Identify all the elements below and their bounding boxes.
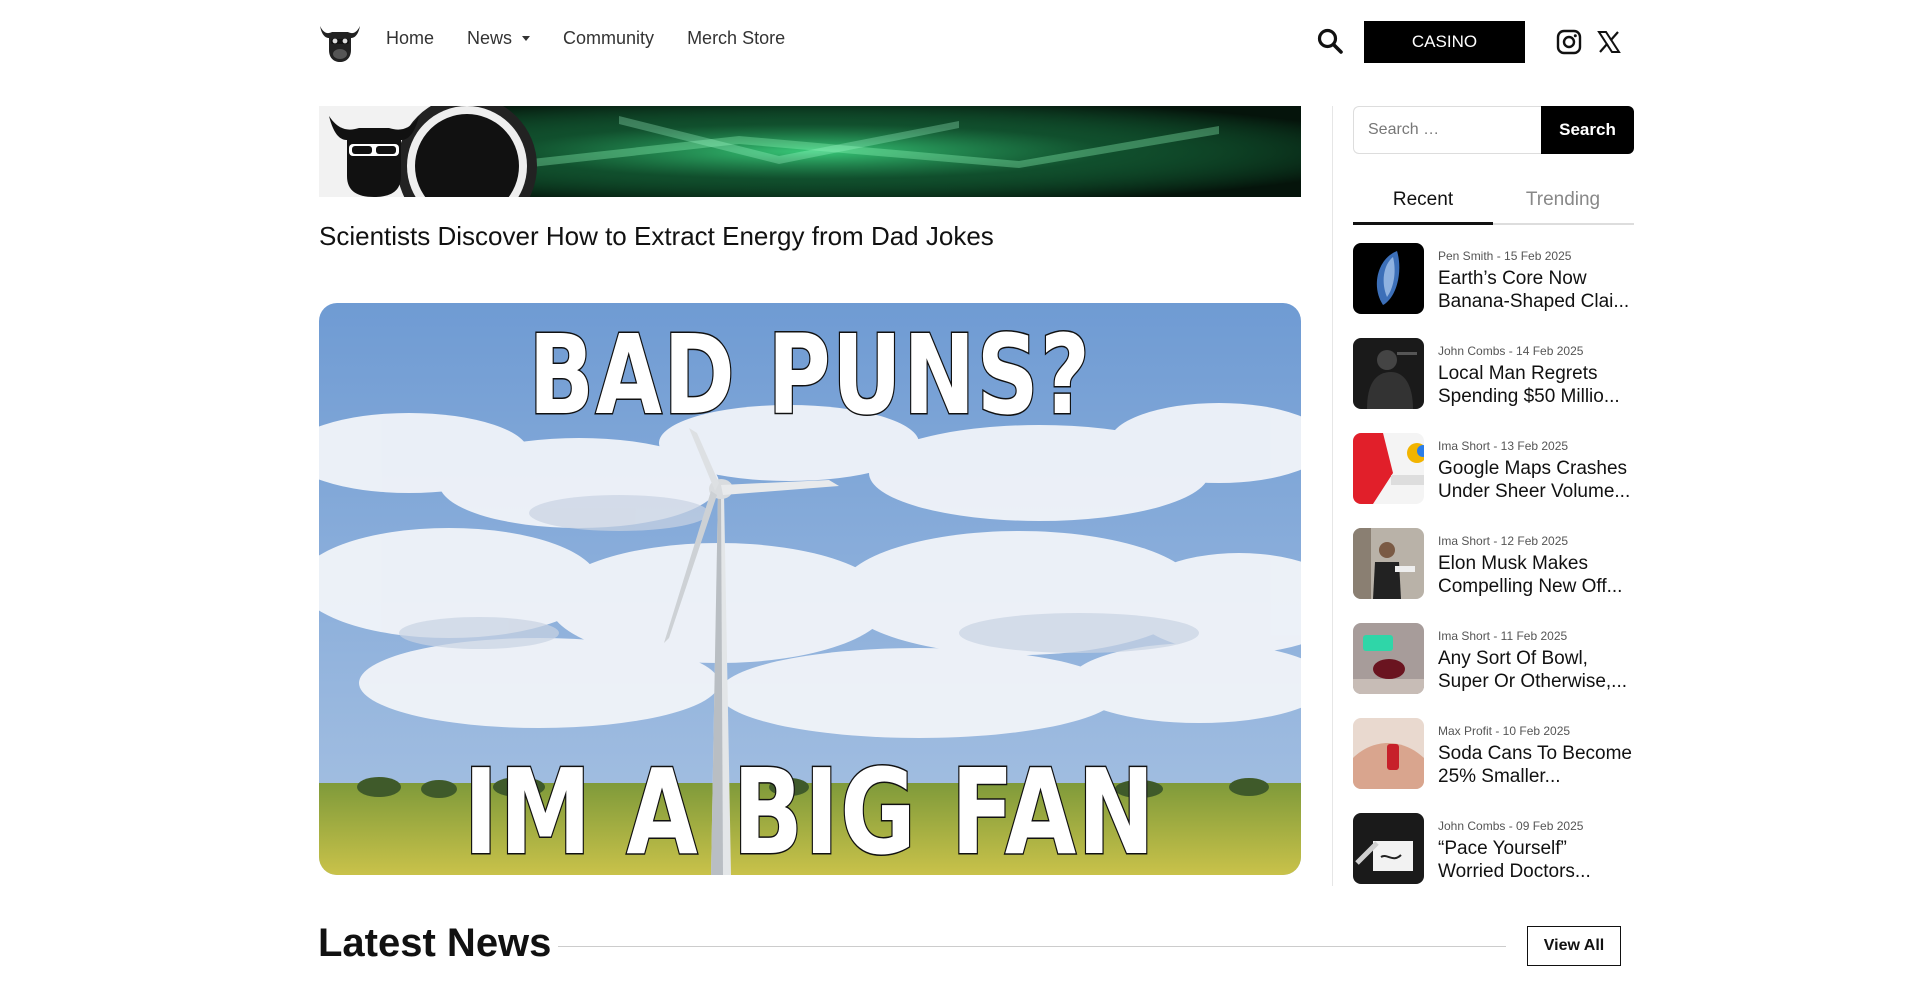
view-all-button[interactable]: View All — [1527, 926, 1621, 966]
post-title[interactable]: Earth’s Core Now Banana-Shaped Clai... — [1438, 267, 1638, 313]
list-item[interactable]: Ima Short - 13 Feb 2025 Google Maps Cras… — [1353, 433, 1643, 528]
recent-posts-list: Pen Smith - 15 Feb 2025 Earth’s Core Now… — [1353, 243, 1643, 908]
post-meta: Ima Short - 13 Feb 2025 — [1438, 439, 1569, 453]
search-button[interactable]: Search — [1541, 106, 1634, 154]
nav-home[interactable]: Home — [386, 28, 434, 49]
main-nav: Home News Community Merch Store — [386, 28, 818, 49]
tab-recent[interactable]: Recent — [1353, 183, 1493, 225]
post-title[interactable]: Local Man Regrets Spending $50 Millio... — [1438, 362, 1638, 408]
instagram-icon[interactable] — [1556, 29, 1582, 55]
post-thumbnail[interactable] — [1353, 528, 1424, 599]
post-thumbnail[interactable] — [1353, 813, 1424, 884]
post-thumbnail[interactable] — [1353, 243, 1424, 314]
post-title[interactable]: Any Sort Of Bowl, Super Or Otherwise,... — [1438, 647, 1638, 693]
bull-logo[interactable] — [318, 20, 362, 64]
post-meta: John Combs - 09 Feb 2025 — [1438, 819, 1584, 833]
latest-news-heading: Latest News — [318, 921, 552, 965]
banner-graphic — [319, 106, 1301, 197]
post-title[interactable]: “Pace Yourself” Worried Doctors... — [1438, 837, 1638, 883]
search-input[interactable] — [1353, 106, 1541, 154]
nav-community[interactable]: Community — [563, 28, 654, 49]
post-title[interactable]: Elon Musk Makes Compelling New Off... — [1438, 552, 1638, 598]
post-thumbnail[interactable] — [1353, 623, 1424, 694]
post-thumbnail[interactable] — [1353, 433, 1424, 504]
list-item[interactable]: Ima Short - 11 Feb 2025 Any Sort Of Bowl… — [1353, 623, 1643, 718]
post-meta: Ima Short - 12 Feb 2025 — [1438, 534, 1569, 548]
site-header: Home News Community Merch Store CASINO — [0, 0, 1920, 84]
list-item[interactable]: John Combs - 09 Feb 2025 “Pace Yourself”… — [1353, 813, 1643, 908]
tab-trending[interactable]: Trending — [1493, 183, 1633, 223]
banner-ad[interactable] — [319, 106, 1301, 197]
list-item[interactable]: Ima Short - 12 Feb 2025 Elon Musk Makes … — [1353, 528, 1643, 623]
x-icon[interactable] — [1596, 29, 1622, 55]
post-meta: Ima Short - 11 Feb 2025 — [1438, 629, 1568, 643]
list-item[interactable]: John Combs - 14 Feb 2025 Local Man Regre… — [1353, 338, 1643, 433]
sidebar-search: Search — [1353, 106, 1634, 154]
post-title[interactable]: Soda Cans To Become 25% Smaller... — [1438, 742, 1638, 788]
post-meta: Pen Smith - 15 Feb 2025 — [1438, 249, 1572, 263]
hero-image[interactable]: BAD PUNS? IM A BIG FAN — [319, 303, 1301, 875]
casino-button[interactable]: CASINO — [1364, 21, 1525, 63]
nav-news[interactable]: News — [467, 28, 531, 49]
post-meta: John Combs - 14 Feb 2025 — [1438, 344, 1584, 358]
hero-caption-bottom: IM A BIG FAN — [463, 742, 1157, 876]
list-item[interactable]: Max Profit - 10 Feb 2025 Soda Cans To Be… — [1353, 718, 1643, 813]
post-thumbnail[interactable] — [1353, 338, 1424, 409]
nav-merch-store[interactable]: Merch Store — [687, 28, 785, 49]
nav-news-label: News — [467, 28, 513, 48]
hero-caption-top: BAD PUNS? — [527, 310, 1092, 441]
article-headline[interactable]: Scientists Discover How to Extract Energ… — [319, 221, 994, 252]
section-divider — [558, 946, 1506, 947]
list-item[interactable]: Pen Smith - 15 Feb 2025 Earth’s Core Now… — [1353, 243, 1643, 338]
column-divider — [1332, 106, 1333, 886]
post-thumbnail[interactable] — [1353, 718, 1424, 789]
page: Home News Community Merch Store CASINO S… — [0, 0, 1920, 993]
search-icon[interactable] — [1316, 27, 1344, 55]
caret-down-icon — [522, 36, 531, 41]
sidebar-tabs: Recent Trending — [1353, 183, 1634, 225]
post-title[interactable]: Google Maps Crashes Under Sheer Volume..… — [1438, 457, 1638, 503]
post-meta: Max Profit - 10 Feb 2025 — [1438, 724, 1571, 738]
